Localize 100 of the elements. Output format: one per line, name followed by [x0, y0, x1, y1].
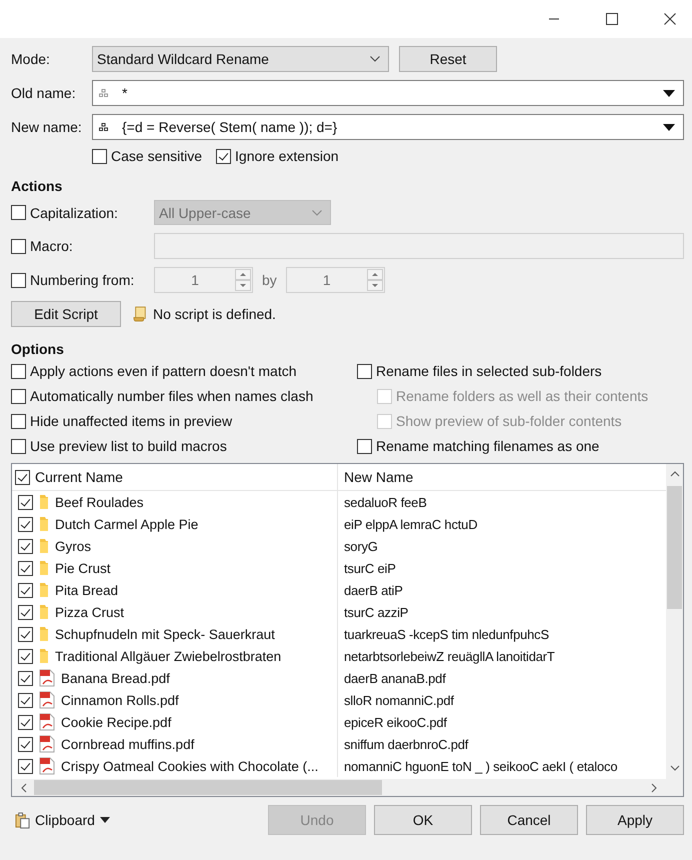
- section-heading: Options: [11, 341, 65, 357]
- current-name-cell: Pizza Crust: [55, 604, 124, 620]
- checkbox[interactable]: [216, 148, 232, 164]
- scroll-icon: [133, 306, 147, 322]
- checkbox-label[interactable]: Rename matching filenames as one: [376, 438, 600, 454]
- checkbox[interactable]: [18, 692, 33, 708]
- checkbox[interactable]: [11, 388, 26, 404]
- checkbox[interactable]: [11, 272, 26, 288]
- checkbox[interactable]: [11, 364, 26, 378]
- checkbox-label[interactable]: Use preview list to build macros: [30, 438, 227, 454]
- checkbox[interactable]: [357, 364, 372, 378]
- checkbox[interactable]: [18, 758, 33, 774]
- dialog-button[interactable]: Cancel: [480, 805, 578, 835]
- checkbox[interactable]: [18, 538, 33, 554]
- horizontal-scrollbar[interactable]: [12, 779, 666, 796]
- old-name-label: Old name:: [11, 85, 77, 101]
- new-name-cell: eiP elppA lemraC hctuD: [344, 516, 478, 532]
- checkbox-label[interactable]: Rename files in selected sub-folders: [376, 363, 602, 379]
- current-name-cell: Cinnamon Rolls.pdf: [61, 692, 179, 708]
- number-field[interactable]: 1: [286, 267, 385, 293]
- column-header[interactable]: New Name: [338, 464, 666, 490]
- chevron-icon: [370, 56, 380, 62]
- current-name-cell: Schupfnudeln mit Speck- Sauerkraut: [55, 626, 275, 642]
- new-name-cell: nomanniC hguonE toN _ ) seikooC aekI ( etaloco: [344, 758, 618, 774]
- vertical-scrollbar[interactable]: [666, 464, 683, 796]
- spin-buttons[interactable]: [235, 269, 251, 291]
- checkbox[interactable]: [357, 438, 372, 454]
- new-name-cell: slloR nomanniC.pdf: [344, 692, 454, 708]
- checkbox[interactable]: [18, 560, 33, 576]
- current-name-cell: Pita Bread: [55, 582, 118, 598]
- current-name-cell: Banana Bread.pdf: [61, 670, 170, 686]
- chevron-icon: [312, 210, 322, 216]
- maximize-icon[interactable]: [606, 13, 618, 25]
- new-name-cell: sniffum daerbnroC.pdf: [344, 736, 468, 752]
- checkbox[interactable]: [11, 238, 26, 254]
- new-name-cell: netarbtsorlebeiwZ reuägllA lanoitidarT: [344, 648, 555, 664]
- scroll-down-icon[interactable]: [670, 764, 680, 772]
- new-name-cell: tsurC eiP: [344, 560, 396, 576]
- new-name-cell: sedaluoR feeB: [344, 494, 427, 510]
- scroll-left-icon[interactable]: [20, 782, 28, 792]
- checkbox[interactable]: [18, 626, 33, 642]
- scroll-right-icon[interactable]: [650, 782, 658, 792]
- checkbox[interactable]: [92, 148, 107, 164]
- mode-label: Mode:: [11, 51, 51, 67]
- checkbox-label[interactable]: Capitalization:: [30, 204, 118, 220]
- checkbox[interactable]: [11, 205, 26, 220]
- checkbox[interactable]: [18, 736, 33, 752]
- current-name-cell: Pie Crust: [55, 560, 111, 576]
- clipboard-icon: [15, 812, 30, 828]
- new-name-cell: tsurC azziP: [344, 604, 408, 620]
- checkbox-label[interactable]: Hide unaffected items in preview: [30, 413, 232, 429]
- column-header[interactable]: Current Name: [12, 464, 338, 490]
- current-name-cell: Cookie Recipe.pdf: [61, 714, 172, 730]
- hierarchy-icon: [99, 123, 108, 131]
- script-status: No script is defined.: [153, 306, 276, 322]
- current-name-cell: Traditional Allgäuer Zwiebelrostbraten: [55, 648, 282, 664]
- current-name-cell: Cornbread muffins.pdf: [61, 736, 194, 752]
- dropdown-arrow-icon[interactable]: [663, 124, 675, 130]
- section-heading: Actions: [11, 178, 64, 194]
- checkbox-label[interactable]: Apply actions even if pattern doesn't match: [30, 363, 296, 379]
- number-field[interactable]: 1: [154, 267, 253, 293]
- checkbox[interactable]: [18, 516, 33, 532]
- new-name-cell: tuarkreuaS -kcepS tim nledunfpuhcS: [344, 626, 549, 642]
- hierarchy-icon: [99, 89, 108, 97]
- checkbox-label[interactable]: Macro:: [30, 238, 73, 254]
- old-name-field[interactable]: *: [92, 80, 684, 106]
- checkbox[interactable]: [18, 714, 33, 730]
- dropdown-arrow-icon[interactable]: [663, 90, 675, 96]
- spin-buttons[interactable]: [366, 269, 383, 291]
- scroll-up-icon[interactable]: [670, 470, 680, 478]
- checkbox[interactable]: [18, 648, 33, 664]
- checkbox[interactable]: [15, 470, 30, 484]
- checkbox[interactable]: [18, 670, 33, 686]
- checkbox[interactable]: [18, 604, 33, 620]
- dialog-button[interactable]: Apply: [586, 805, 684, 835]
- by-label: by: [262, 272, 277, 288]
- checkbox[interactable]: [11, 414, 26, 428]
- mode-dropdown[interactable]: Standard Wildcard Rename: [92, 46, 389, 72]
- new-name-cell: daerB ananaB.pdf: [344, 670, 446, 686]
- current-name-cell: Dutch Carmel Apple Pie: [55, 516, 198, 532]
- current-name-cell: Gyros: [55, 538, 92, 554]
- checkbox[interactable]: [11, 438, 26, 454]
- checkbox[interactable]: [18, 582, 33, 598]
- new-name-cell: daerB atiP: [344, 582, 403, 598]
- close-icon[interactable]: [664, 13, 676, 25]
- reset-button[interactable]: Reset: [399, 46, 497, 72]
- checkbox-label[interactable]: Automatically number files when names clash: [30, 388, 314, 404]
- dialog-button[interactable]: OK: [374, 805, 472, 835]
- current-name-cell: Crispy Oatmeal Cookies with Chocolate (...: [61, 758, 318, 774]
- clipboard-button[interactable]: Clipboard: [11, 812, 110, 828]
- new-name-label: New name:: [11, 119, 83, 135]
- checkbox-label[interactable]: Ignore extension: [235, 148, 339, 164]
- new-name-cell: soryG: [344, 538, 378, 554]
- checkbox-label[interactable]: Case sensitive: [111, 148, 202, 164]
- checkbox[interactable]: [18, 494, 33, 510]
- edit-script-button[interactable]: Edit Script: [11, 301, 121, 327]
- new-name-cell: epiceR eikooC.pdf: [344, 714, 447, 730]
- checkbox-label[interactable]: Numbering from:: [30, 272, 134, 288]
- current-name-cell: Beef Roulades: [55, 494, 144, 510]
- new-name-field[interactable]: {=d = Reverse( Stem( name )); d=}: [92, 114, 684, 140]
